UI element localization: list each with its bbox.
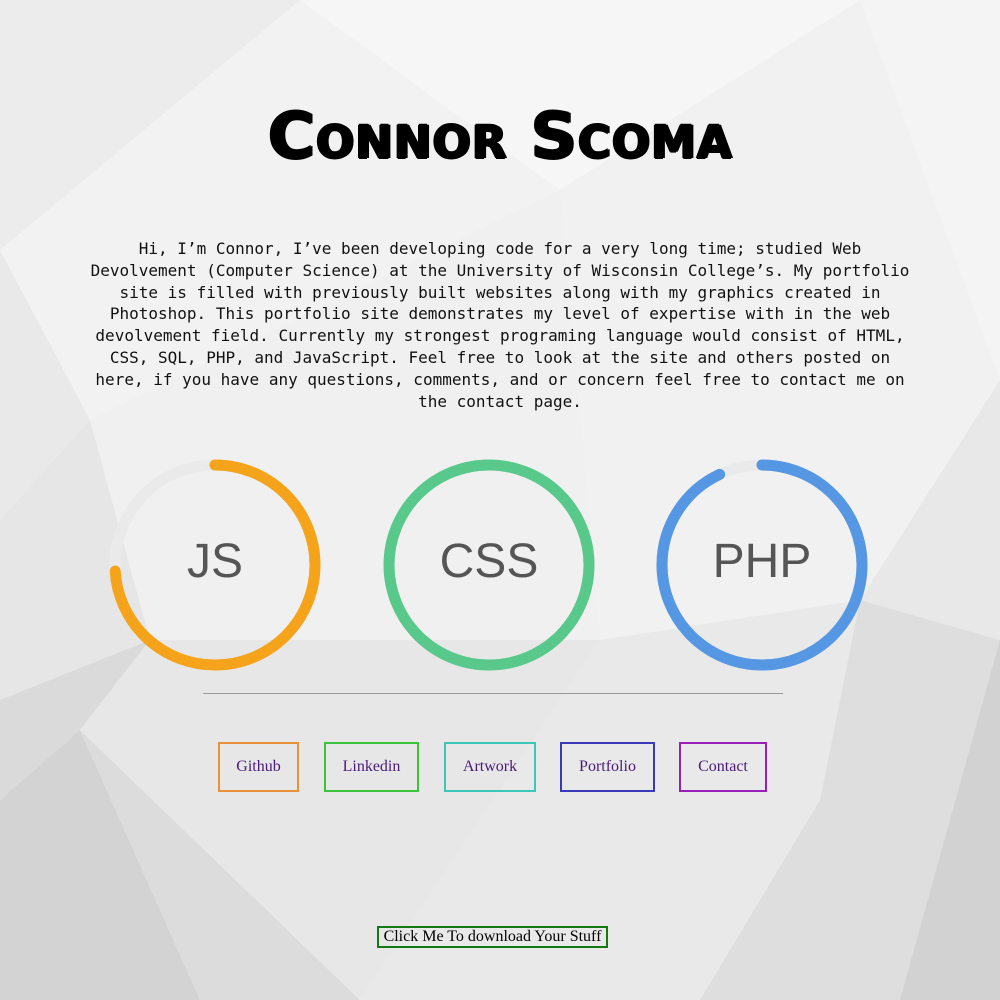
section-divider [203, 693, 783, 694]
artwork-link[interactable]: Artwork [444, 742, 536, 792]
skill-ring-css: CSS [379, 455, 599, 675]
bio-paragraph: Hi, I’m Connor, I’ve been developing cod… [90, 239, 910, 411]
skill-ring-js: JS [105, 455, 325, 675]
contact-link[interactable]: Contact [679, 742, 767, 792]
skill-rings: JS CSS PHP [0, 455, 1000, 680]
download-button[interactable]: Click Me To download Your Stuff [377, 926, 608, 948]
portfolio-link[interactable]: Portfolio [560, 742, 655, 792]
github-link[interactable]: Github [218, 742, 299, 792]
skill-label-php: PHP [712, 535, 812, 588]
skill-label-css: CSS [439, 535, 539, 588]
linkedin-link[interactable]: Linkedin [324, 742, 419, 792]
social-links: Github Linkedin Artwork Portfolio Contac… [0, 742, 1000, 796]
skill-label-js: JS [186, 535, 243, 588]
page-title: Connor Scoma [267, 100, 733, 174]
skill-ring-php: PHP [652, 455, 872, 675]
